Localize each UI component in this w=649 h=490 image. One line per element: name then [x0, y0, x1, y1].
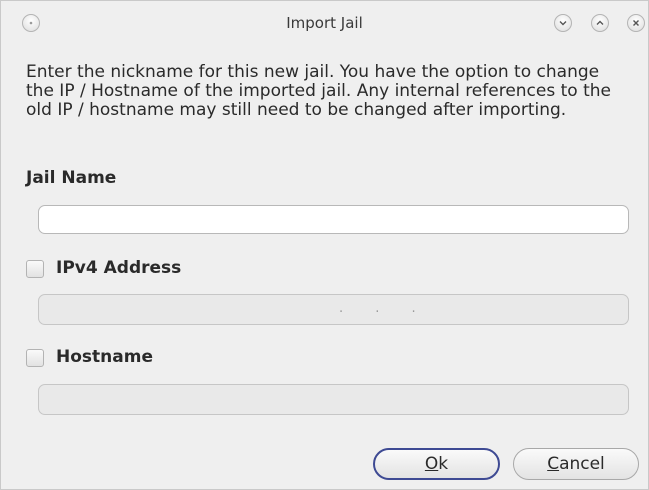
- maximize-button[interactable]: [591, 14, 609, 32]
- cancel-button[interactable]: Cancel: [513, 448, 639, 480]
- chevron-up-icon: [595, 18, 605, 28]
- ipv4-label[interactable]: IPv4 Address: [56, 258, 181, 278]
- ok-mnemonic: O: [424, 454, 439, 474]
- close-icon: [631, 18, 641, 28]
- ipv4-placeholder: . . .: [339, 301, 430, 316]
- title-bar[interactable]: Import Jail: [1, 1, 648, 45]
- ok-button[interactable]: Ok: [373, 448, 500, 480]
- hostname-input[interactable]: [38, 384, 629, 415]
- chevron-down-icon: [558, 18, 568, 28]
- import-jail-dialog: Import Jail Enter the nickname for this …: [0, 0, 649, 490]
- ipv4-checkbox[interactable]: [26, 260, 44, 278]
- ipv4-address-input[interactable]: . . .: [38, 294, 629, 325]
- minimize-button[interactable]: [554, 14, 572, 32]
- jail-name-input[interactable]: [38, 205, 629, 234]
- ok-label: k: [438, 454, 449, 474]
- jail-name-label: Jail Name: [26, 168, 117, 188]
- close-button[interactable]: [627, 14, 645, 32]
- hostname-checkbox[interactable]: [26, 349, 44, 367]
- cancel-label: ancel: [559, 454, 605, 474]
- cancel-mnemonic: C: [547, 454, 560, 474]
- instructions-text: Enter the nickname for this new jail. Yo…: [26, 62, 611, 120]
- window-title: Import Jail: [286, 14, 363, 32]
- hostname-label[interactable]: Hostname: [56, 347, 153, 367]
